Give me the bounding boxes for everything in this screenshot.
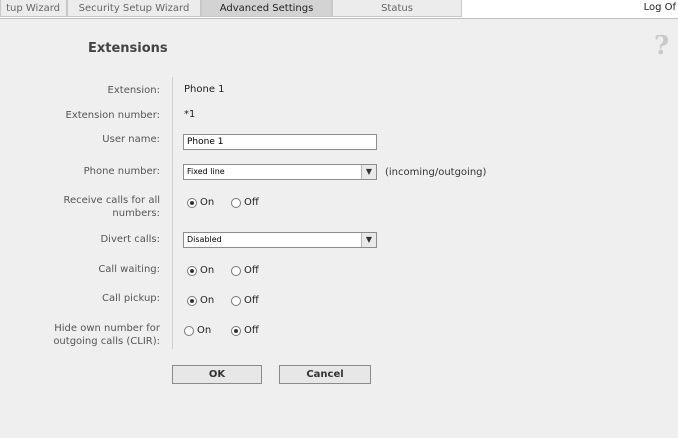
top-tab-bar: tup Wizard Security Setup Wizard Advance…	[0, 0, 678, 18]
clir-label: Hide own number for outgoing calls (CLIR…	[53, 322, 160, 348]
chevron-down-icon[interactable]: ▼	[361, 233, 376, 247]
phone-number-label: Phone number:	[83, 166, 160, 177]
radio-selected-icon	[231, 325, 241, 336]
ok-button[interactable]: OK	[172, 365, 262, 384]
radio-unselected-icon	[231, 197, 241, 208]
radio-unselected-icon	[231, 295, 241, 306]
extension-label: Extension:	[107, 85, 160, 96]
call-waiting-label: Call waiting:	[98, 264, 160, 275]
divert-calls-label: Divert calls:	[100, 234, 160, 245]
clir-off-radio[interactable]: Off	[231, 325, 259, 336]
clir-label-line2: outgoing calls (CLIR):	[53, 336, 160, 347]
receive-calls-label-line2: numbers:	[112, 208, 160, 219]
form-divider	[172, 77, 173, 349]
extension-number-value: *1	[184, 109, 196, 120]
log-off-link[interactable]: Log Of	[644, 2, 676, 13]
call-pickup-on-radio[interactable]: On	[187, 295, 214, 306]
extension-number-label: Extension number:	[65, 110, 161, 121]
call-pickup-on-label: On	[200, 295, 215, 306]
call-waiting-on-radio[interactable]: On	[187, 265, 214, 276]
call-waiting-off-radio[interactable]: Off	[231, 265, 259, 276]
clir-on-label: On	[197, 325, 212, 336]
call-pickup-off-radio[interactable]: Off	[231, 295, 259, 306]
clir-label-line1: Hide own number for	[54, 323, 160, 334]
tab-setup-wizard[interactable]: tup Wizard	[0, 0, 67, 17]
radio-selected-icon	[187, 265, 197, 276]
question-mark-icon[interactable]: ?	[654, 31, 669, 61]
chevron-down-icon[interactable]: ▼	[361, 165, 376, 179]
receive-calls-off-radio[interactable]: Off	[231, 197, 259, 208]
phone-number-selected: Fixed line	[187, 167, 225, 176]
extension-value: Phone 1	[184, 84, 225, 95]
radio-unselected-icon	[231, 265, 241, 276]
call-pickup-off-label: Off	[244, 295, 259, 306]
radio-selected-icon	[187, 197, 197, 208]
tab-status[interactable]: Status	[332, 0, 462, 17]
user-name-input[interactable]	[183, 134, 377, 150]
tab-advanced-settings[interactable]: Advanced Settings	[201, 0, 332, 17]
phone-number-hint: (incoming/outgoing)	[385, 167, 487, 178]
receive-calls-on-label: On	[200, 197, 215, 208]
call-waiting-off-label: Off	[244, 265, 259, 276]
receive-calls-off-label: Off	[244, 197, 259, 208]
receive-calls-label: Receive calls for all numbers:	[63, 194, 160, 220]
call-pickup-label: Call pickup:	[101, 293, 160, 304]
divert-calls-selected: Disabled	[187, 235, 222, 244]
receive-calls-label-line1: Receive calls for all	[63, 195, 160, 206]
radio-unselected-icon	[184, 325, 194, 336]
content-panel: Extensions ? Extension: Phone 1 Extensio…	[0, 18, 678, 438]
phone-number-select[interactable]: Fixed line ▼	[183, 164, 377, 180]
receive-calls-on-radio[interactable]: On	[187, 197, 214, 208]
call-waiting-on-label: On	[200, 265, 215, 276]
cancel-button[interactable]: Cancel	[279, 365, 371, 384]
divert-calls-select[interactable]: Disabled ▼	[183, 232, 377, 248]
radio-selected-icon	[187, 295, 197, 306]
clir-off-label: Off	[244, 325, 259, 336]
clir-on-radio[interactable]: On	[184, 325, 211, 336]
tab-security-setup-wizard[interactable]: Security Setup Wizard	[67, 0, 201, 17]
user-name-label: User name:	[102, 134, 160, 145]
page-title: Extensions	[88, 41, 168, 56]
